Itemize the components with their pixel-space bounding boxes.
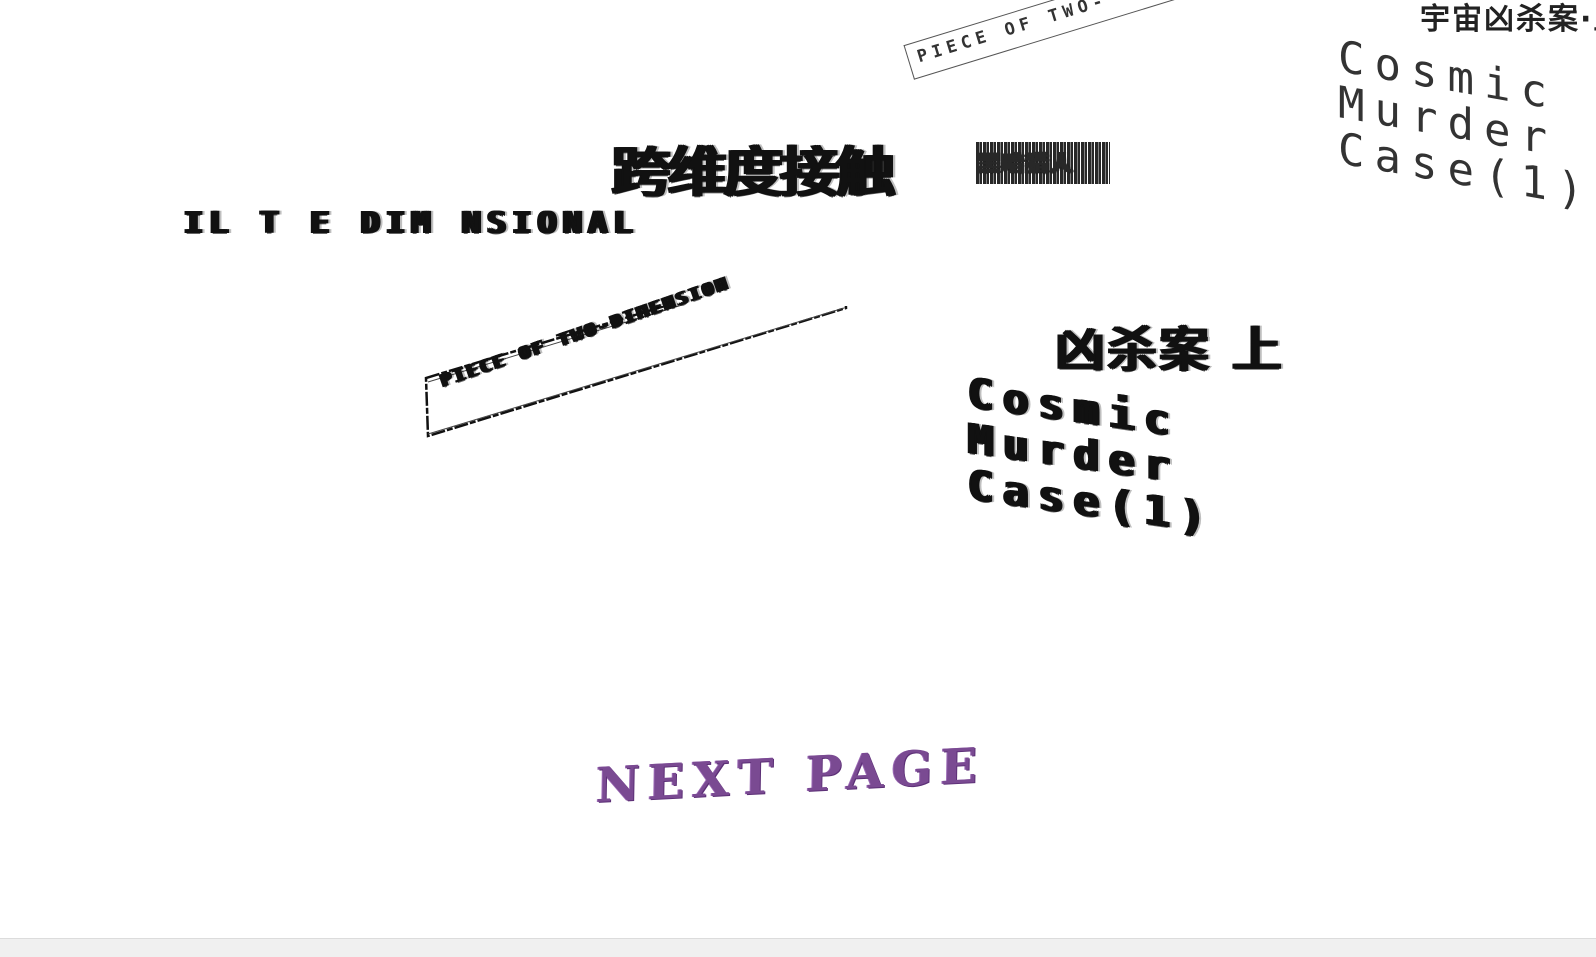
glitched-chinese-subtitle: 黑暗猎人 [978,152,1075,177]
glitched-chinese-mid-title: 凶杀案 上 [1056,322,1285,378]
top-right-chinese-title: 宇宙凶杀案·上 [1420,2,1596,37]
glitched-english-title: Cosmic Murder Case(1) [968,368,1215,544]
glitched-banner: PIECE OF TWO-DIMENSION [424,273,864,438]
page: PIECE OF TWO- 宇宙凶杀案·上 Cosmic Murder Case… [0,0,1596,957]
glitched-chinese-title: 跨维度接触 [612,141,895,204]
bottom-bar [0,938,1596,957]
next-page-link[interactable]: NEXT PAGE [596,738,986,815]
top-right-banner: PIECE OF TWO- [903,0,1208,101]
top-right-english-title: Cosmic Murder Case(1) [1338,31,1593,219]
glitched-english-spread-title: IL T E DIM NSIONAL [184,206,639,241]
glitched-chinese-subtitle-block: 黑暗猎人 [976,142,1110,184]
